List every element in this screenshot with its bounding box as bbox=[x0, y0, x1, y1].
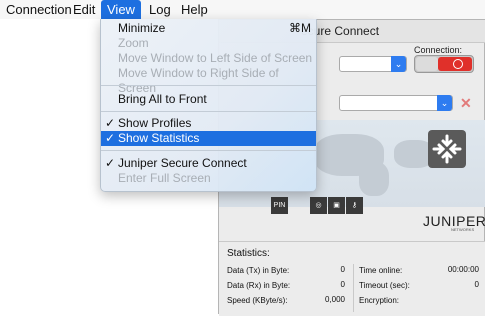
show-profiles-label: Show Profiles bbox=[118, 116, 192, 130]
power-ring-icon bbox=[453, 59, 463, 69]
menu-item-move-left[interactable]: Move Window to Left Side of Screen bbox=[101, 51, 316, 66]
tx-label: Data (Tx) in Byte: bbox=[227, 266, 290, 275]
minimize-label: Minimize bbox=[118, 21, 166, 35]
menu-item-show-statistics[interactable]: ✓ Show Statistics bbox=[101, 131, 316, 146]
certificate-icon: ▣ bbox=[328, 197, 345, 214]
online-value: 00:00:00 bbox=[447, 265, 479, 274]
chevron-down-icon: ⌄ bbox=[437, 95, 452, 111]
juniper-label: Juniper Secure Connect bbox=[118, 156, 247, 170]
full-screen-label: Enter Full Screen bbox=[118, 171, 211, 185]
online-label: Time online: bbox=[359, 266, 403, 275]
checkmark-icon: ✓ bbox=[105, 116, 116, 130]
compress-arrows-icon[interactable] bbox=[428, 130, 466, 168]
zoom-label: Zoom bbox=[118, 36, 149, 50]
connection-toggle[interactable] bbox=[414, 55, 474, 73]
menu-view[interactable]: View bbox=[101, 0, 141, 19]
status-icons-row: PIN ◎ ▣ ⚷ bbox=[271, 190, 364, 214]
menu-item-minimize[interactable]: Minimize ⌘M bbox=[101, 21, 316, 36]
menu-separator bbox=[101, 111, 316, 112]
checkmark-icon: ✓ bbox=[105, 131, 116, 145]
timeout-label: Timeout (sec): bbox=[359, 281, 410, 290]
menu-item-zoom[interactable]: Zoom bbox=[101, 36, 316, 51]
menu-item-move-right[interactable]: Move Window to Right Side of Screen bbox=[101, 66, 316, 95]
menu-help[interactable]: Help bbox=[175, 0, 214, 19]
globe-icon: ◎ bbox=[310, 197, 327, 214]
pin-icon: PIN bbox=[271, 197, 288, 214]
secondary-select[interactable]: ⌄ bbox=[339, 95, 453, 111]
menu-item-show-profiles[interactable]: ✓ Show Profiles bbox=[101, 116, 316, 131]
rx-value: 0 bbox=[340, 280, 345, 289]
timeout-value: 0 bbox=[474, 280, 479, 289]
menu-edit[interactable]: Edit bbox=[67, 0, 101, 19]
menu-separator bbox=[101, 150, 316, 151]
connection-label: Connection: bbox=[414, 45, 463, 55]
speed-value: 0,000 bbox=[324, 295, 345, 304]
key-icon: ⚷ bbox=[346, 197, 363, 214]
move-left-label: Move Window to Left Side of Screen bbox=[118, 51, 313, 65]
encryption-label: Encryption: bbox=[359, 296, 400, 305]
juniper-logo-sub: NETWORKS bbox=[451, 227, 475, 232]
speed-label: Speed (KByte/s): bbox=[227, 296, 288, 305]
menu-item-bring-all-to-front[interactable]: Bring All to Front bbox=[101, 92, 316, 107]
menu-log[interactable]: Log bbox=[143, 0, 177, 19]
statistics-panel: Statistics: Data (Tx) in Byte: 0 Data (R… bbox=[219, 241, 485, 316]
view-menu: Minimize ⌘M Zoom Move Window to Left Sid… bbox=[100, 19, 317, 192]
menu-item-juniper-secure-connect[interactable]: ✓ Juniper Secure Connect bbox=[101, 156, 316, 171]
tx-value: 0 bbox=[340, 265, 345, 274]
chevron-down-icon: ⌄ bbox=[391, 56, 406, 72]
menu-item-enter-full-screen[interactable]: Enter Full Screen bbox=[101, 171, 316, 186]
menu-bar: Connection Edit View Log Help bbox=[0, 0, 485, 19]
divider bbox=[353, 264, 354, 312]
close-icon[interactable]: ✕ bbox=[460, 95, 472, 112]
toggle-knob bbox=[416, 57, 438, 71]
move-right-label: Move Window to Right Side of Screen bbox=[118, 66, 279, 95]
bring-all-label: Bring All to Front bbox=[118, 92, 207, 106]
rx-label: Data (Rx) in Byte: bbox=[227, 281, 291, 290]
profile-select[interactable]: ⌄ bbox=[339, 56, 407, 72]
checkmark-icon: ✓ bbox=[105, 156, 116, 170]
statistics-title: Statistics: bbox=[227, 248, 270, 259]
show-statistics-label: Show Statistics bbox=[118, 131, 200, 145]
minimize-shortcut: ⌘M bbox=[289, 21, 311, 35]
menu-separator bbox=[101, 85, 316, 86]
